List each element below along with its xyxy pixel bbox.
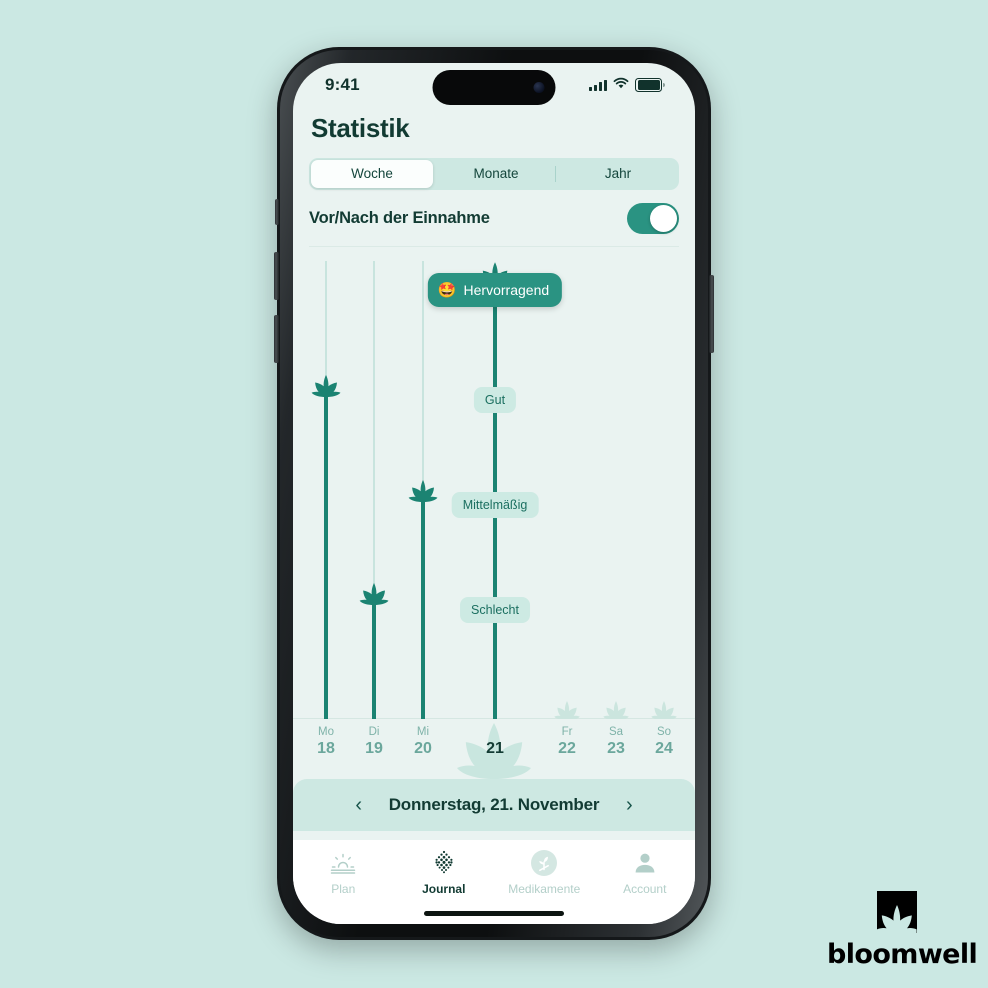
leaf-icon xyxy=(406,480,440,502)
column-stem xyxy=(421,494,425,719)
leaf-icon xyxy=(309,375,343,397)
tab-label: Medikamente xyxy=(508,882,581,896)
toggle-knob xyxy=(650,204,677,232)
leaf-square-logo-icon xyxy=(874,889,920,935)
scale-label-schlecht: Schlecht xyxy=(460,597,530,623)
tab-jahr[interactable]: Jahr xyxy=(557,158,679,190)
scale-label-text: Hervorragend xyxy=(463,282,550,298)
before-after-intake-row: Vor/Nach der Einnahme xyxy=(309,190,679,247)
home-indicator xyxy=(424,911,564,916)
status-clock: 9:41 xyxy=(325,75,360,94)
day-weekday: So xyxy=(656,726,672,738)
volume-up-button[interactable] xyxy=(274,252,279,300)
day-label-so[interactable]: So 24 xyxy=(641,725,687,759)
sunrise-icon xyxy=(329,848,357,878)
tab-plan[interactable]: Plan xyxy=(293,848,394,896)
leaf-icon-muted xyxy=(601,701,631,719)
day-number: 19 xyxy=(365,740,383,757)
battery-full-icon xyxy=(635,78,665,92)
tab-label: Journal xyxy=(422,882,466,896)
day-label-mo[interactable]: Mo 18 xyxy=(303,725,349,759)
toggle-label: Vor/Nach der Einnahme xyxy=(309,208,490,227)
status-icons xyxy=(589,76,665,94)
silent-switch[interactable] xyxy=(275,199,279,225)
dynamic-island xyxy=(432,70,556,105)
tab-journal[interactable]: Journal xyxy=(394,848,495,896)
bottom-tab-bar: Plan Journal Medikamente Account xyxy=(293,840,695,924)
day-number: 20 xyxy=(414,740,432,757)
leaf-icon xyxy=(357,583,391,605)
chevron-right-icon[interactable]: › xyxy=(621,795,637,815)
front-camera-icon xyxy=(533,82,545,93)
day-label-sa[interactable]: Sa 23 xyxy=(593,725,639,759)
wifi-icon xyxy=(613,76,629,94)
day-weekday: Sa xyxy=(608,726,624,738)
before-after-toggle[interactable] xyxy=(627,202,679,234)
sprout-circle-icon xyxy=(531,848,558,878)
day-label-di[interactable]: Di 19 xyxy=(351,725,397,759)
tab-account[interactable]: Account xyxy=(595,848,696,896)
day-axis: Mo 18 Di 19 Mi 20 Do 21 Fr 22 Sa 23 xyxy=(293,719,695,779)
day-weekday: Fr xyxy=(561,726,573,738)
current-date-label: Donnerstag, 21. November xyxy=(388,795,600,814)
phone-frame: 9:41 Statistik Woche Monate Jahr Vor/Nac… xyxy=(274,47,714,940)
period-segmented-control[interactable]: Woche Monate Jahr xyxy=(309,158,679,190)
scale-label-hervorragend: 🤩 Hervorragend xyxy=(427,273,563,307)
page-title: Statistik xyxy=(311,113,410,143)
tab-woche[interactable]: Woche xyxy=(311,160,433,188)
column-stem xyxy=(324,389,328,719)
brand-name: bloomwell xyxy=(827,939,978,970)
day-number: 18 xyxy=(317,740,335,757)
star-struck-emoji: 🤩 xyxy=(437,281,457,299)
cellular-bars-icon xyxy=(589,79,608,91)
tab-monate[interactable]: Monate xyxy=(435,158,557,190)
status-bar: 9:41 xyxy=(293,63,695,107)
day-weekday: Mo xyxy=(318,726,334,738)
day-number: 22 xyxy=(558,740,576,757)
bloomwell-logo: bloomwell xyxy=(827,889,978,970)
column-stem xyxy=(372,597,376,719)
phone-screen: 9:41 Statistik Woche Monate Jahr Vor/Nac… xyxy=(293,63,695,924)
volume-down-button[interactable] xyxy=(274,315,279,363)
tab-medikamente[interactable]: Medikamente xyxy=(494,848,595,896)
day-label-fr[interactable]: Fr 22 xyxy=(544,725,590,759)
day-number: 23 xyxy=(607,740,625,757)
tab-label: Plan xyxy=(331,882,356,896)
person-icon xyxy=(632,848,658,878)
chevron-left-icon[interactable]: ‹ xyxy=(351,795,367,815)
date-navigator: ‹ Donnerstag, 21. November › xyxy=(293,779,695,831)
leaf-icon-muted xyxy=(552,701,582,719)
scale-label-mittelmaessig: Mittelmäßig xyxy=(451,492,539,518)
power-button[interactable] xyxy=(709,275,714,353)
day-number: 24 xyxy=(655,740,673,757)
dotted-leaf-icon xyxy=(430,848,458,878)
scale-label-gut: Gut xyxy=(473,387,517,413)
day-weekday: Di xyxy=(368,726,380,738)
day-label-do[interactable]: Do 21 xyxy=(472,725,518,759)
day-label-mi[interactable]: Mi 20 xyxy=(400,725,446,759)
leaf-icon-muted xyxy=(649,701,679,719)
day-weekday: Mi xyxy=(416,726,430,738)
statistics-chart: 🤩 Hervorragend Gut Mittelmäßig Schlecht xyxy=(293,247,695,719)
tab-label: Account xyxy=(623,882,667,896)
day-number: 21 xyxy=(486,740,504,757)
